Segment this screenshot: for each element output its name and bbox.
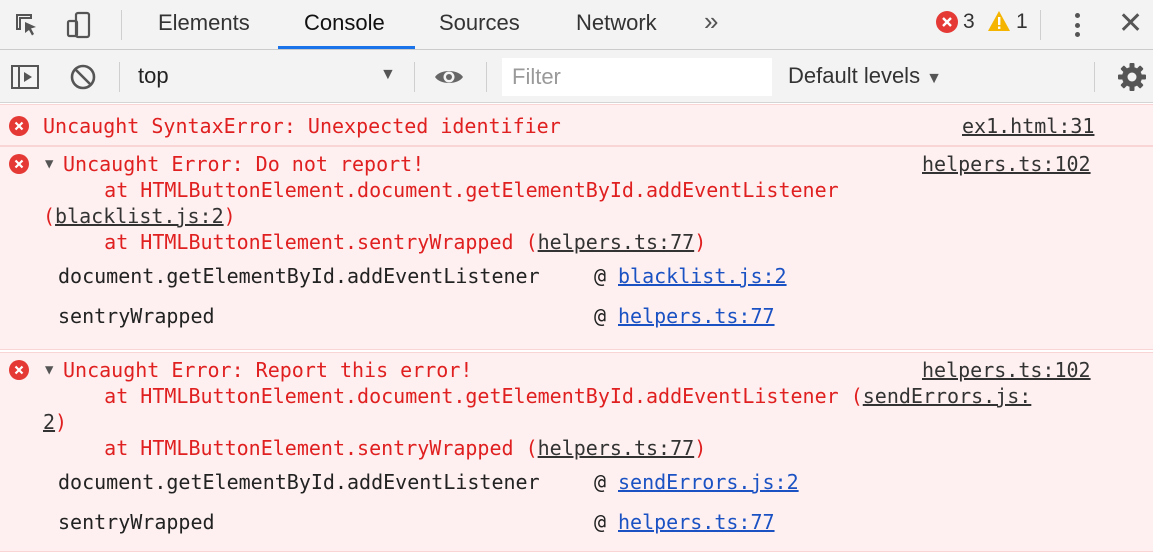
stack-line: at HTMLButtonElement.document.getElement… [56, 178, 839, 202]
collapse-triangle-icon[interactable]: ▼ [45, 156, 53, 172]
stack-line-link-wrapper: 2) [43, 410, 68, 434]
tab-sources[interactable]: Sources [437, 0, 522, 50]
active-tab-indicator [278, 46, 415, 49]
trace-function: sentryWrapped [58, 510, 215, 534]
divider [414, 62, 415, 92]
log-levels-label: Default levels [788, 63, 921, 88]
tab-elements[interactable]: Elements [156, 0, 252, 50]
divider [486, 62, 487, 92]
divider [1040, 10, 1041, 40]
context-selector[interactable]: top [138, 61, 400, 91]
show-sidebar-icon[interactable] [8, 60, 42, 94]
console-error-message: Uncaught SyntaxError: Unexpected identif… [0, 104, 1153, 146]
tab-console[interactable]: Console [302, 0, 387, 50]
live-expression-eye-icon[interactable] [432, 60, 466, 94]
divider [119, 62, 120, 92]
device-toolbar-icon[interactable] [62, 8, 96, 42]
trace-function: document.getElementById.addEventListener [58, 264, 540, 288]
inspect-element-icon[interactable] [10, 8, 44, 42]
chevron-down-icon[interactable]: ▼ [380, 66, 396, 84]
stack-line-text: at HTMLButtonElement.document.getElement… [56, 384, 863, 408]
more-tabs-button[interactable]: » [704, 6, 719, 37]
settings-gear-icon[interactable] [1115, 60, 1149, 94]
trace-at: @ [594, 264, 607, 288]
error-icon [9, 154, 29, 174]
console-toolbar: top ▼ Default levels ▼ [0, 50, 1153, 103]
stack-line-text: at HTMLButtonElement.sentryWrapped ( [56, 230, 538, 254]
error-icon [9, 360, 29, 380]
divider [1094, 62, 1095, 92]
error-message-text: Uncaught SyntaxError: Unexpected identif… [43, 114, 561, 138]
log-levels-dropdown[interactable]: Default levels ▼ [788, 63, 942, 89]
console-error-message: ▼ Uncaught Error: Report this error! hel… [0, 352, 1153, 552]
stack-line-text: at HTMLButtonElement.sentryWrapped ( [56, 436, 538, 460]
devtools-tab-bar: Elements Console Sources Network » 3 1 ✕ [0, 0, 1153, 50]
collapse-triangle-icon[interactable]: ▼ [45, 362, 53, 378]
source-link[interactable]: helpers.ts:102 [922, 358, 1091, 382]
trace-at: @ [594, 304, 607, 328]
stack-link[interactable]: helpers.ts:77 [538, 436, 695, 460]
stack-link[interactable]: blacklist.js:2 [55, 204, 224, 228]
stack-link[interactable]: 2 [43, 410, 55, 434]
filter-input[interactable] [502, 58, 772, 96]
trace-link[interactable]: helpers.ts:77 [618, 304, 775, 328]
error-message-text: Uncaught Error: Do not report! [63, 152, 425, 176]
tab-network[interactable]: Network [574, 0, 659, 50]
divider [121, 10, 122, 40]
more-options-icon[interactable] [1064, 10, 1090, 40]
stack-line: at HTMLButtonElement.sentryWrapped (help… [56, 230, 707, 254]
trace-function: sentryWrapped [58, 304, 215, 328]
error-count[interactable]: 3 [963, 10, 975, 34]
trace-link[interactable]: helpers.ts:77 [618, 510, 775, 534]
close-icon[interactable]: ✕ [1118, 6, 1143, 41]
stack-line-link-wrapper: (blacklist.js:2) [43, 204, 236, 228]
trace-at: @ [594, 510, 607, 534]
stack-line: at HTMLButtonElement.document.getElement… [56, 384, 1031, 408]
stack-link[interactable]: helpers.ts:77 [538, 230, 695, 254]
trace-link[interactable]: blacklist.js:2 [618, 264, 787, 288]
trace-at: @ [594, 470, 607, 494]
warning-count[interactable]: 1 [1016, 10, 1028, 34]
console-error-message: ▼ Uncaught Error: Do not report! helpers… [0, 146, 1153, 350]
error-count-icon[interactable] [936, 11, 958, 33]
source-link[interactable]: helpers.ts:102 [922, 152, 1091, 176]
stack-line: at HTMLButtonElement.sentryWrapped (help… [56, 436, 707, 460]
chevron-down-icon: ▼ [926, 70, 942, 87]
stack-link[interactable]: sendErrors.js: [863, 384, 1032, 408]
clear-console-icon[interactable] [66, 60, 100, 94]
trace-function: document.getElementById.addEventListener [58, 470, 540, 494]
error-icon [9, 116, 29, 136]
error-message-text: Uncaught Error: Report this error! [63, 358, 473, 382]
warning-count-icon[interactable] [987, 10, 1011, 37]
source-link[interactable]: ex1.html:31 [962, 114, 1094, 138]
trace-link[interactable]: sendErrors.js:2 [618, 470, 799, 494]
